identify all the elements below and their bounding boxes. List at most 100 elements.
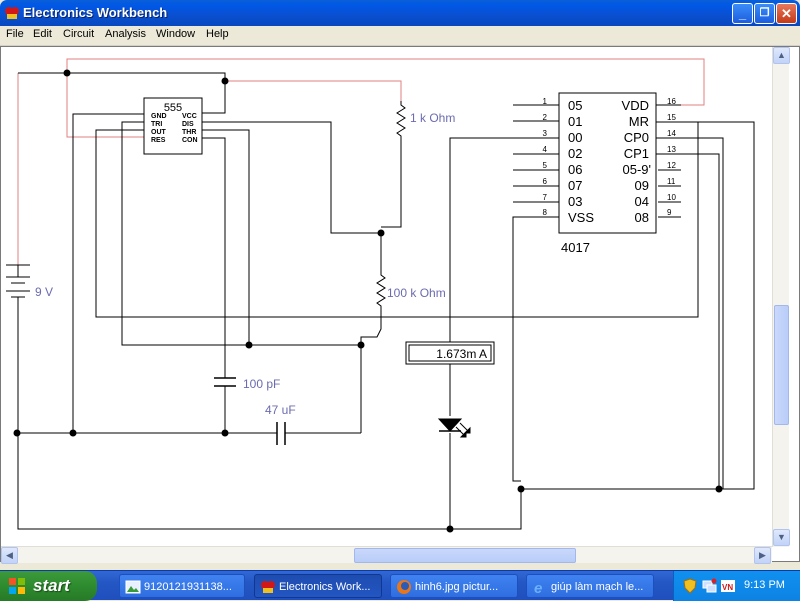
start-button[interactable]: start [0,571,97,601]
windows-logo-icon [9,578,25,594]
ic-555-pin-thr: THR [182,129,196,136]
taskbar: start 9120121931138... Electronics Work.… [0,570,800,601]
menu-analysis[interactable]: Analysis [105,28,146,40]
ic-555-pin-out: OUT [151,129,167,136]
menu-help[interactable]: Help [206,28,229,40]
horizontal-scroll-thumb[interactable] [354,548,576,563]
ic-4017-pin-num-12: 12 [667,161,676,170]
task-button-firefox[interactable]: hinh6.jpg pictur... [390,574,518,598]
resistor-100k-label: 100 k Ohm [387,286,446,300]
svg-text:e: e [534,580,542,595]
battery-label: 9 V [35,285,53,299]
ic-4017-pin-num-8: 8 [543,208,548,217]
ic-555-pin-gnd: GND [151,113,167,120]
capacitor-100pf-label: 100 pF [243,377,280,391]
ewb-icon [261,581,275,593]
scroll-up-arrow-icon[interactable]: ▲ [773,47,790,64]
maximize-button[interactable]: ❐ [754,3,775,24]
menu-file[interactable]: File [6,28,24,40]
scroll-down-arrow-icon[interactable]: ▼ [773,529,790,546]
ic-4017-pin-04: 04 [635,194,649,209]
keyboard-language-icon[interactable]: VN [720,578,736,594]
menu-edit[interactable]: Edit [33,28,52,40]
ic-555-pin-res: RES [151,137,166,144]
ic-4017-pin-00: 00 [568,130,582,145]
task-label-firefox: hinh6.jpg pictur... [415,581,499,593]
vertical-scrollbar[interactable]: ▲ ▼ [772,47,790,547]
ic-4017-pin-num-5: 5 [543,161,548,170]
menu-window[interactable]: Window [156,28,195,40]
ic-4017-pin-num-13: 13 [667,145,676,154]
clock: 9:13 PM [744,579,785,591]
ic-4017-pin-02: 02 [568,146,582,161]
led[interactable] [437,418,471,438]
ie-icon: e [534,580,542,595]
schematic-canvas[interactable]: 555 GND TRI OUT RES VCC DIS THR CON 1 2 [0,46,800,564]
circuit-schematic[interactable]: 555 GND TRI OUT RES VCC DIS THR CON 1 2 [1,47,771,546]
ic-4017-pin-num-3: 3 [543,129,548,138]
start-label: start [33,576,70,595]
ic-4017-pin-06: 06 [568,162,582,177]
minimize-button[interactable]: _ [732,3,753,24]
ic-4017-pin-num-9: 9 [667,208,672,217]
ic-4017-pin-07: 07 [568,178,582,193]
task-button-internet-explorer[interactable]: e giúp làm mạch le... [526,574,654,598]
ic-4017-pin-05-9: 05-9' [622,162,651,177]
task-button-electronics-workbench[interactable]: Electronics Work... [254,574,382,598]
ic-555-name: 555 [164,102,182,114]
scroll-left-arrow-icon[interactable]: ◀ [1,547,18,564]
ic-4017-pin-num-14: 14 [667,129,676,138]
resistor-1k[interactable] [396,101,406,137]
svg-text:VN: VN [722,583,733,592]
ic-4017-pin-03: 03 [568,194,582,209]
system-tray: VN 9:13 PM [673,571,800,601]
capacitor-47uf[interactable] [276,422,286,445]
network-icon[interactable] [701,578,717,594]
image-viewer-icon [125,580,141,594]
ic-4017-pin-num-15: 15 [667,113,676,122]
ic-4017-pin-cp0: CP0 [624,130,649,145]
ic-4017-pin-num-7: 7 [543,193,548,202]
ic-4017-pin-num-11: 11 [667,177,676,186]
ic-555[interactable]: 555 GND TRI OUT RES VCC DIS THR CON [143,97,203,155]
ic-4017-pin-num-4: 4 [543,145,548,154]
ammeter-reading: 1.673m A [436,347,487,361]
ic-4017[interactable]: 1 2 3 4 5 6 7 8 16 15 14 13 12 11 10 9 0… [531,92,681,255]
ic-555-pin-vcc: VCC [182,113,197,120]
close-button[interactable]: ✕ [776,3,797,24]
ic-4017-pin-num-10: 10 [667,193,676,202]
ic-4017-pin-01: 01 [568,114,582,129]
ic-4017-name: 4017 [561,240,590,255]
ic-4017-pin-mr: MR [629,114,649,129]
capacitor-100pf[interactable] [214,377,236,387]
title-bar[interactable]: Electronics Workbench _ ❐ ✕ [0,0,800,26]
scroll-right-arrow-icon[interactable]: ▶ [754,547,771,564]
resistor-100k[interactable] [376,271,386,307]
menu-circuit[interactable]: Circuit [63,28,94,40]
ic-555-pin-tri: TRI [151,121,162,128]
horizontal-scrollbar[interactable]: ◀ ▶ [1,546,772,564]
ic-4017-pin-08: 08 [635,210,649,225]
battery-9v[interactable] [6,264,30,301]
task-button-image-viewer[interactable]: 9120121931138... [119,574,245,598]
window-title: Electronics Workbench [23,5,168,20]
app-window: Electronics Workbench _ ❐ ✕ File Edit Ci… [0,0,800,570]
ic-555-pin-dis: DIS [182,121,194,128]
ammeter[interactable]: 1.673m A [405,341,495,365]
menu-bar: File Edit Circuit Analysis Window Help [0,26,800,46]
ewb-app-icon[interactable] [4,5,20,21]
security-shield-icon[interactable] [682,578,698,594]
firefox-icon [397,580,411,594]
task-label-internet-explorer: giúp làm mạch le... [551,581,644,593]
task-label-image-viewer: 9120121931138... [144,581,232,593]
ic-4017-pin-09: 09 [635,178,649,193]
capacitor-47uf-label: 47 uF [265,403,296,417]
ic-4017-pin-cp1: CP1 [624,146,649,161]
ic-555-pin-con: CON [182,137,198,144]
vertical-scroll-thumb[interactable] [774,305,789,425]
task-label-electronics-workbench: Electronics Work... [279,581,371,593]
ic-4017-pin-vdd: VDD [622,98,649,113]
ic-4017-pin-05: 05 [568,98,582,113]
resistor-1k-label: 1 k Ohm [410,111,455,125]
ic-4017-pin-num-6: 6 [543,177,548,186]
